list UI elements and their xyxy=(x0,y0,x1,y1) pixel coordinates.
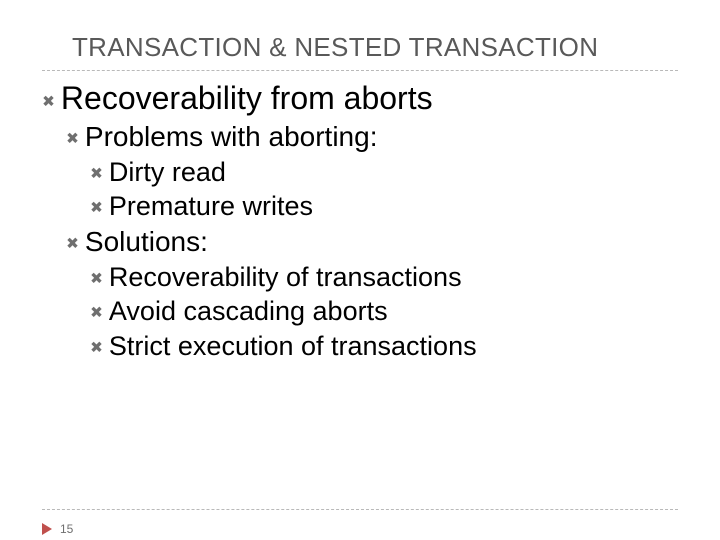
bullet-text: Avoid cascading aborts xyxy=(109,294,388,329)
divider-bottom xyxy=(42,509,678,510)
bullet-l2: ✖ Solutions: xyxy=(66,224,678,260)
cross-icon: ✖ xyxy=(42,95,55,110)
bullet-text: Dirty read xyxy=(109,155,226,190)
bullet-text: Premature writes xyxy=(109,189,313,224)
page-number: 15 xyxy=(60,522,73,536)
divider-top xyxy=(42,70,678,71)
slide: TRANSACTION & NESTED TRANSACTION ✖ Recov… xyxy=(0,0,720,540)
cross-icon: ✖ xyxy=(66,132,79,147)
bullet-l3: ✖ Dirty read xyxy=(90,155,678,190)
bullet-l3: ✖ Recoverability of transactions xyxy=(90,260,678,295)
bullet-text: Problems with aborting: xyxy=(85,119,378,155)
cross-icon: ✖ xyxy=(90,306,103,321)
bullet-l3: ✖ Strict execution of transactions xyxy=(90,329,678,364)
bullet-l3: ✖ Avoid cascading aborts xyxy=(90,294,678,329)
slide-title: TRANSACTION & NESTED TRANSACTION xyxy=(72,32,678,63)
arrow-icon xyxy=(42,523,52,535)
bullet-l1: ✖ Recoverability from aborts xyxy=(42,78,678,119)
cross-icon: ✖ xyxy=(90,340,103,355)
bullet-l2: ✖ Problems with aborting: xyxy=(66,119,678,155)
bullet-text: Strict execution of transactions xyxy=(109,329,477,364)
slide-body: ✖ Recoverability from aborts ✖ Problems … xyxy=(42,78,678,363)
bullet-text: Recoverability from aborts xyxy=(61,78,433,119)
cross-icon: ✖ xyxy=(66,237,79,252)
bullet-l3: ✖ Premature writes xyxy=(90,189,678,224)
bullet-text: Solutions: xyxy=(85,224,208,260)
cross-icon: ✖ xyxy=(90,201,103,216)
cross-icon: ✖ xyxy=(90,271,103,286)
cross-icon: ✖ xyxy=(90,166,103,181)
bullet-text: Recoverability of transactions xyxy=(109,260,462,295)
slide-footer: 15 xyxy=(42,522,73,536)
